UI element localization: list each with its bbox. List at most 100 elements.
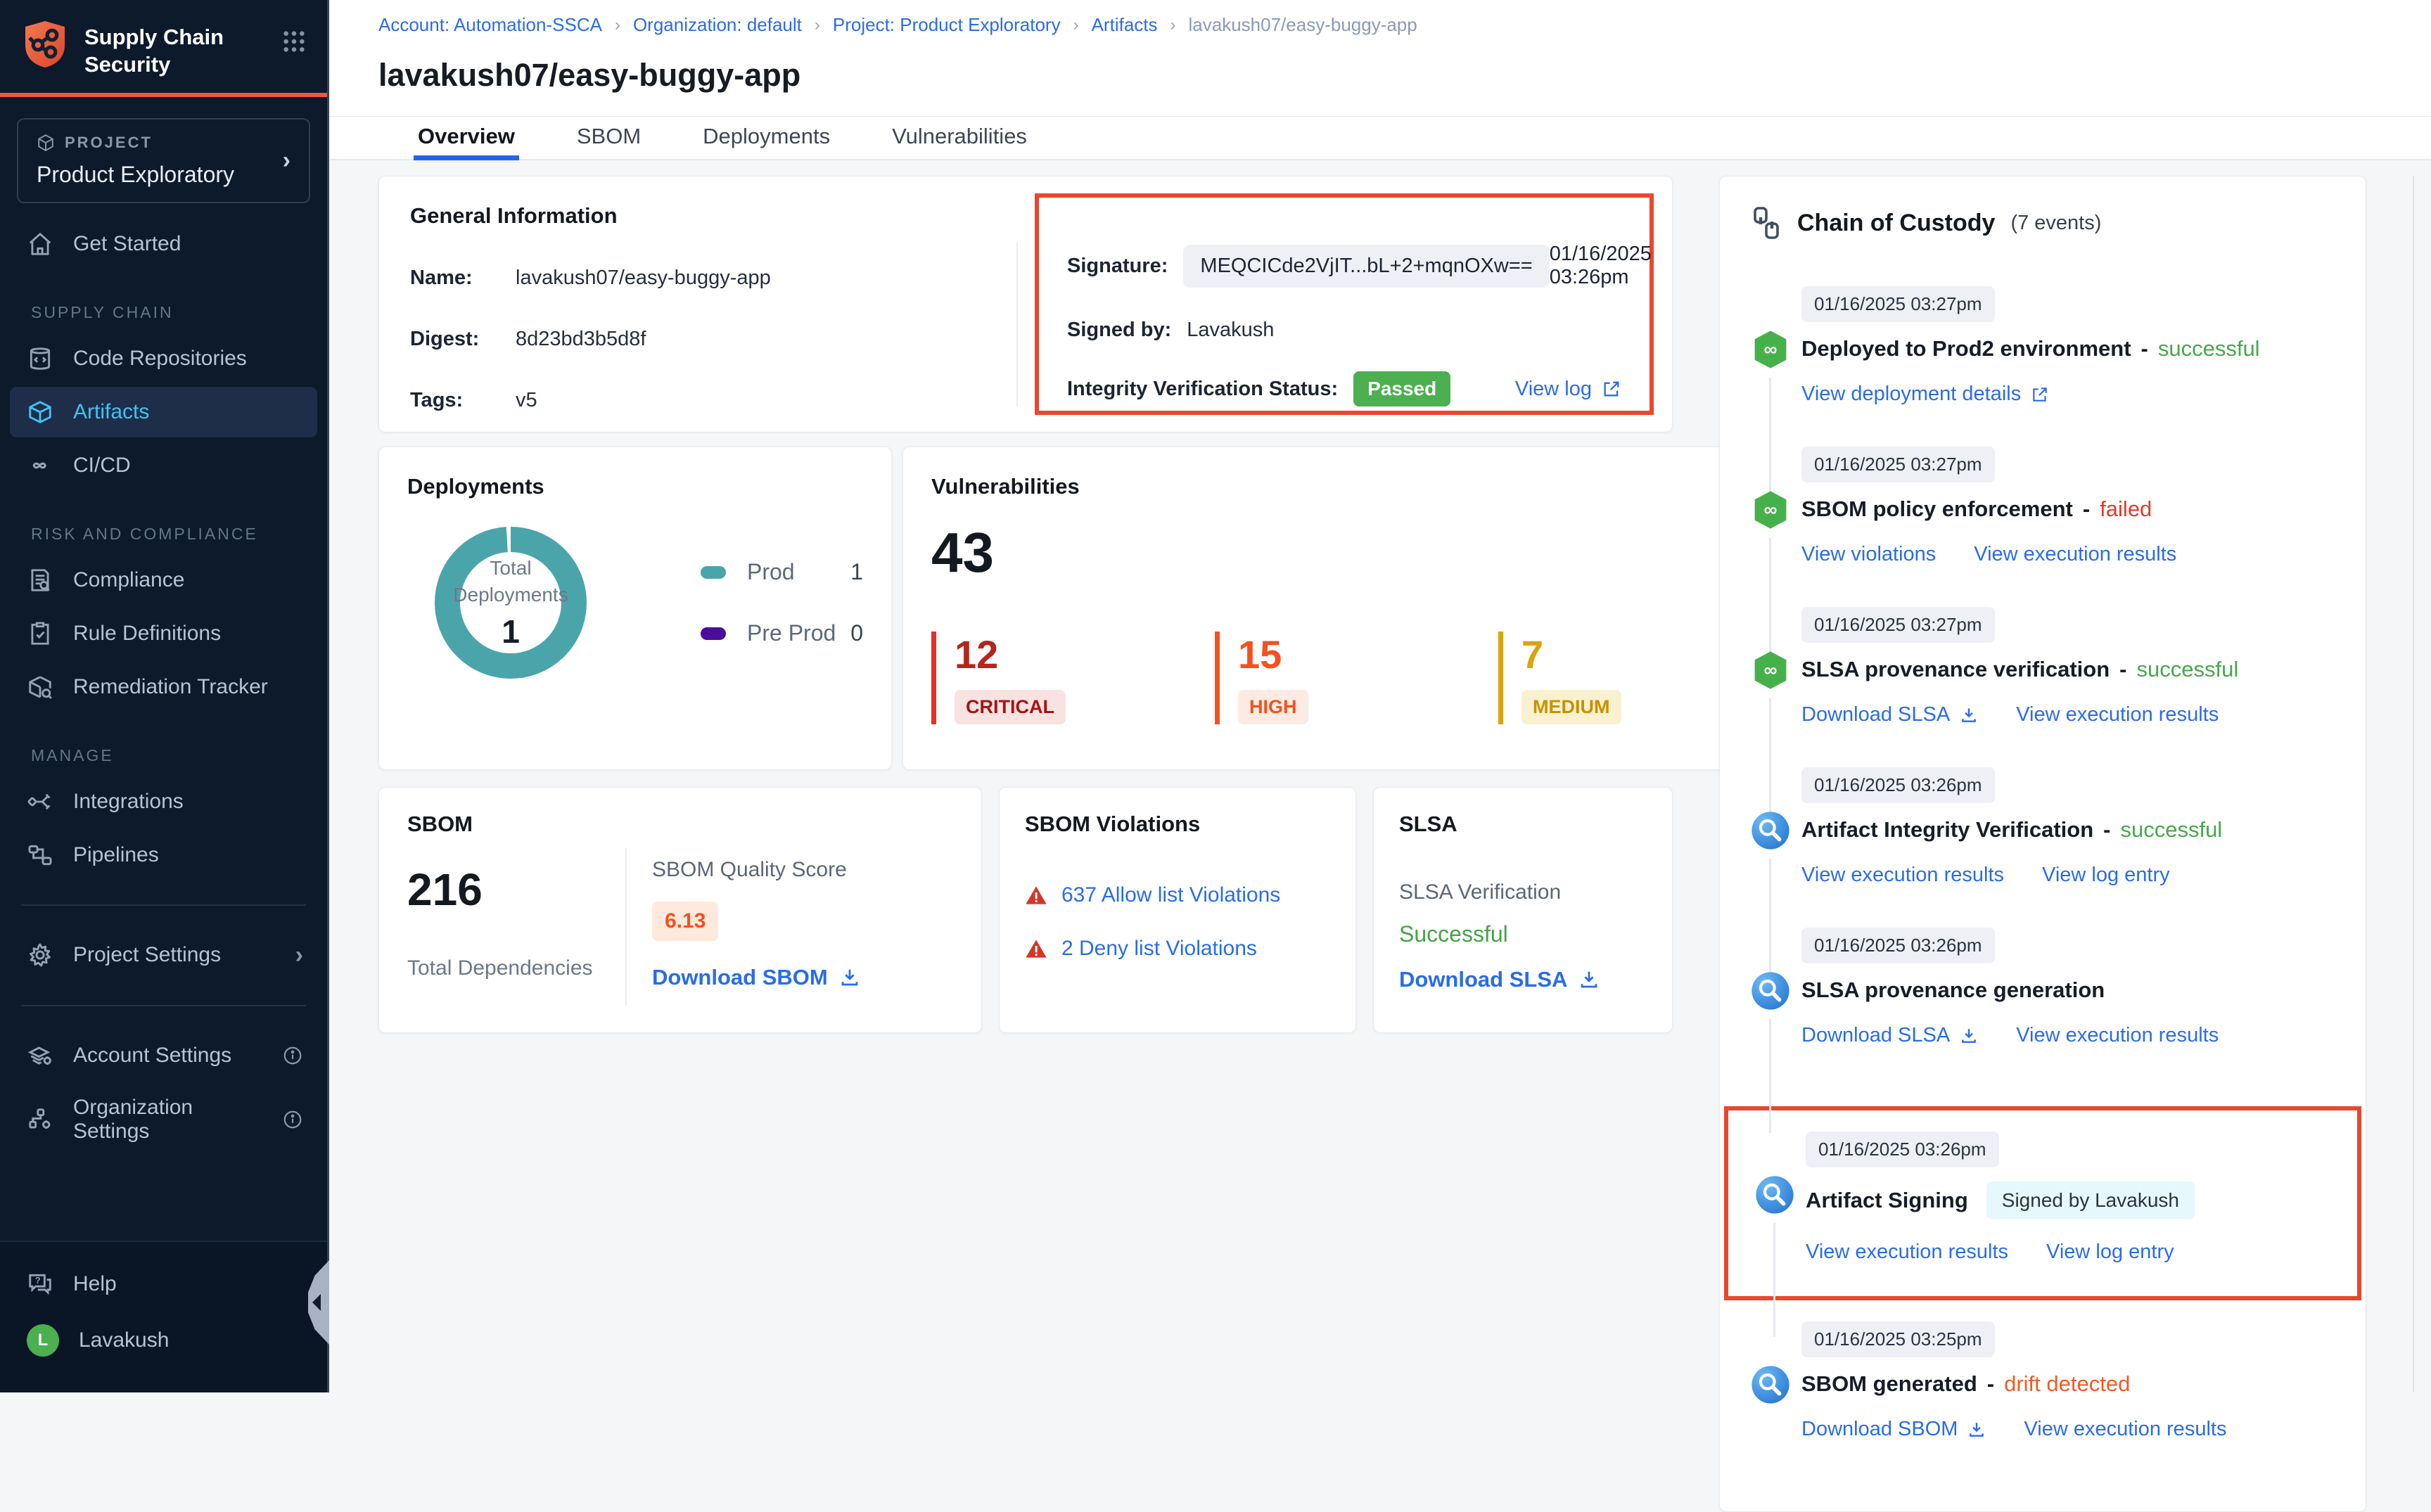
view-execution-results-link[interactable]: View execution results [2024, 1418, 2226, 1441]
allow-list-violations-link[interactable]: 637 Allow list Violations [1025, 883, 1330, 907]
deployments-title: Deployments [407, 474, 863, 499]
view-execution-results-link[interactable]: View execution results [2016, 703, 2219, 726]
view-execution-results-link[interactable]: View execution results [1806, 1241, 2008, 1264]
event-timestamp: 01/16/2025 03:27pm [1801, 607, 1995, 643]
sidebar-item-cicd[interactable]: CI/CD [10, 440, 317, 491]
sidebar-item-project-settings[interactable]: Project Settings › [10, 930, 317, 981]
sidebar-nav: Get Started SUPPLY CHAIN Code Repositori… [0, 206, 327, 1241]
home-icon [27, 231, 53, 257]
top-bar: Account: Automation-SSCA › Organization:… [329, 0, 2431, 116]
view-violations-link[interactable]: View violations [1801, 543, 1936, 566]
view-execution-results-link[interactable]: View execution results [2016, 1024, 2219, 1047]
integrity-status-badge: Passed [1353, 371, 1450, 406]
deny-list-violations-link[interactable]: 2 Deny list Violations [1025, 937, 1330, 961]
tab-sbom[interactable]: SBOM [573, 117, 645, 160]
download-slsa-link[interactable]: Download SLSA [1399, 967, 1647, 992]
chat-bubbles-icon[interactable] [2428, 1318, 2431, 1362]
project-selector[interactable]: PROJECT Product Exploratory › [17, 118, 310, 203]
sidebar-item-integrations[interactable]: Integrations [10, 776, 317, 827]
tab-vulnerabilities[interactable]: Vulnerabilities [888, 117, 1031, 160]
ssca-loupe-icon [1751, 811, 1790, 850]
download-sbom-link[interactable]: Download SBOM [652, 965, 860, 990]
download-slsa-link[interactable]: Download SLSA [1801, 1024, 1978, 1047]
event-status: successful [2120, 817, 2222, 843]
sidebar-item-rule-definitions[interactable]: Rule Definitions [10, 608, 317, 659]
app-switcher-grid-icon[interactable] [282, 30, 306, 53]
download-sbom-link[interactable]: Download SBOM [1801, 1418, 1986, 1441]
integrity-row: Integrity Verification Status: Passed Vi… [1067, 371, 1621, 406]
download-slsa-link[interactable]: Download SLSA [1801, 703, 1978, 726]
view-log-link[interactable]: View log [1515, 378, 1621, 401]
chevron-right-icon: › [295, 942, 303, 969]
view-log-entry-link[interactable]: View log entry [2046, 1241, 2174, 1264]
sidebar-item-help[interactable]: ? Help [10, 1259, 317, 1309]
event-timestamp: 01/16/2025 03:25pm [1801, 1321, 1995, 1357]
breadcrumb: Account: Automation-SSCA › Organization:… [378, 14, 2431, 36]
annotation-box-artifact-signing: 01/16/2025 03:26pm Artifact Signing Sign… [1724, 1106, 2361, 1300]
svg-text:∞: ∞ [1764, 499, 1778, 520]
sidebar-item-artifacts[interactable]: Artifacts [10, 387, 317, 437]
breadcrumb-separator: › [815, 15, 820, 35]
preprod-swatch [701, 627, 726, 640]
infinity-icon [27, 452, 53, 479]
breadcrumb-account[interactable]: Account: Automation-SSCA [378, 14, 602, 36]
view-log-entry-link[interactable]: View log entry [2042, 864, 2170, 887]
chain-event: ∞ 01/16/2025 03:27pm SLSA provenance ver… [1751, 607, 2335, 767]
project-eyebrow-label: PROJECT [65, 134, 153, 152]
project-name: Product Exploratory [37, 162, 283, 188]
section-supply-chain: SUPPLY CHAIN [0, 272, 327, 331]
view-execution-results-link[interactable]: View execution results [1801, 864, 2004, 887]
name-row: Name: lavakush07/easy-buggy-app [410, 267, 1016, 290]
sidebar-item-code-repositories[interactable]: Code Repositories [10, 333, 317, 384]
help-chat-icon: ? [27, 1271, 53, 1298]
info-icon [282, 1109, 303, 1130]
code-repo-icon [27, 345, 53, 372]
sidebar-item-remediation-tracker[interactable]: Remediation Tracker [10, 662, 317, 712]
nav-divider [21, 1005, 306, 1006]
user-name: Lavakush [79, 1328, 169, 1352]
chain-links-icon [1751, 206, 1782, 240]
event-title: SBOM generated- drift detected [1801, 1371, 2335, 1397]
signature-value-pill[interactable]: MEQCICde2VjIT...bL+2+mqnOXw== [1183, 245, 1549, 288]
event-status: failed [2100, 496, 2152, 522]
view-deployment-details-link[interactable]: View deployment details [1801, 383, 2049, 406]
breadcrumb-project[interactable]: Project: Product Exploratory [833, 14, 1061, 36]
sidebar-item-organization-settings[interactable]: Organization Settings [10, 1084, 317, 1155]
event-timestamp: 01/16/2025 03:26pm [1806, 1132, 1999, 1167]
total-dependencies-label: Total Dependencies [407, 956, 625, 980]
breadcrumb-separator: › [615, 15, 620, 35]
preprod-count: 0 [850, 620, 863, 646]
pipeline-hexagon-icon: ∞ [1751, 490, 1790, 530]
breadcrumb-organization[interactable]: Organization: default [633, 14, 802, 36]
event-status: successful [2158, 336, 2260, 361]
tab-deployments[interactable]: Deployments [698, 117, 834, 160]
slsa-title: SLSA [1399, 812, 1647, 837]
sidebar-user[interactable]: L Lavakush [10, 1312, 317, 1369]
chain-event: 01/16/2025 03:25pm SBOM generated- drift… [1751, 1321, 2335, 1482]
sidebar-item-pipelines[interactable]: Pipelines [10, 830, 317, 880]
breadcrumb-current: lavakush07/easy-buggy-app [1189, 14, 1417, 36]
sidebar-item-get-started[interactable]: Get Started [10, 219, 317, 269]
sidebar-item-compliance[interactable]: Compliance [10, 555, 317, 606]
breadcrumb-artifacts[interactable]: Artifacts [1092, 14, 1158, 36]
legend-prod: Prod 1 [701, 559, 863, 585]
chain-event: 01/16/2025 03:26pm Artifact Integrity Ve… [1751, 767, 2335, 928]
view-execution-results-link[interactable]: View execution results [1974, 543, 2176, 566]
svg-text:?: ? [35, 1276, 41, 1286]
legend-preprod: Pre Prod 0 [701, 620, 863, 646]
tab-overview[interactable]: Overview [414, 117, 519, 160]
slsa-verification-label: SLSA Verification [1399, 880, 1647, 904]
sidebar-item-account-settings[interactable]: Account Settings [10, 1030, 317, 1081]
digest-value: 8d23bd3b5d8f [516, 328, 646, 351]
tab-bar: Overview SBOM Deployments Vulnerabilitie… [329, 117, 2431, 160]
event-timestamp: 01/16/2025 03:27pm [1801, 447, 1995, 482]
chevron-right-icon: › [283, 147, 291, 174]
svg-text:∞: ∞ [1764, 659, 1778, 680]
signed-by-value: Lavakush [1187, 319, 1274, 342]
breadcrumb-separator: › [1170, 15, 1176, 35]
total-dependencies-value: 216 [407, 864, 625, 916]
package-box-icon [27, 399, 53, 425]
event-timestamp: 01/16/2025 03:26pm [1801, 767, 1995, 803]
chain-event: ∞ 01/16/2025 03:27pm SBOM policy enforce… [1751, 447, 2335, 607]
sidebar: Supply Chain Security PROJECT Product Ex… [0, 0, 329, 1392]
